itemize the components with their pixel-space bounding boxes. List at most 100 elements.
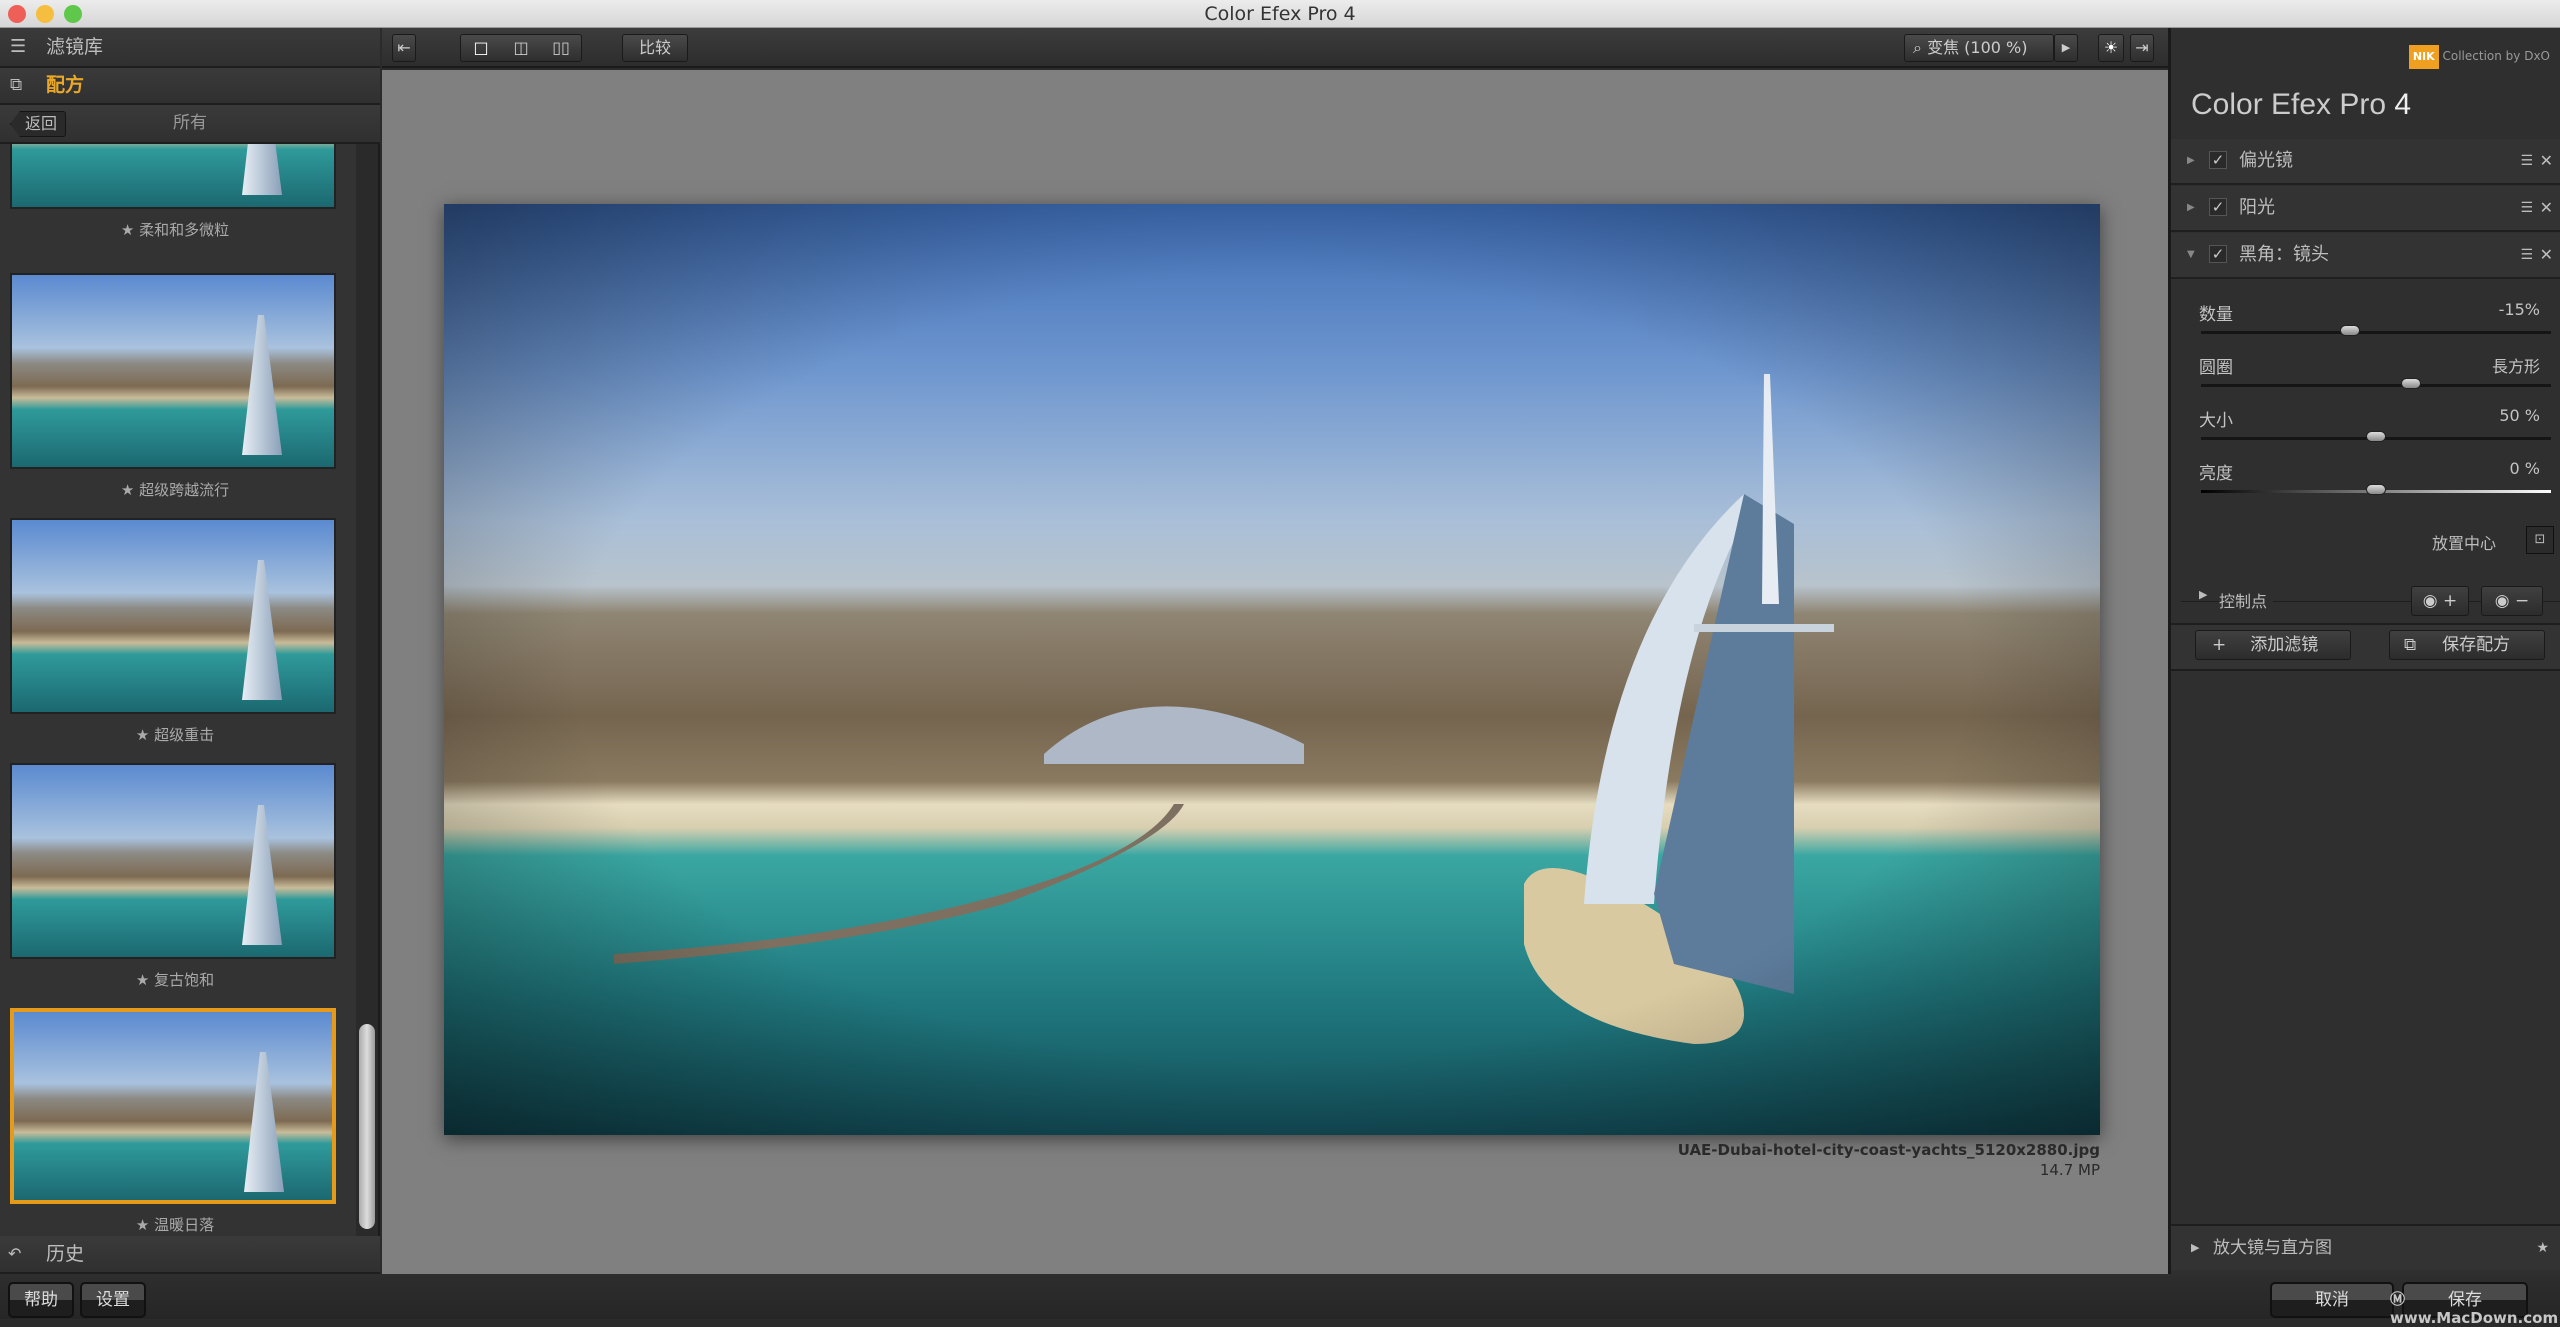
zoom-arrow-button[interactable]: ▶ — [2054, 34, 2078, 62]
filter-menu-icon[interactable]: ☰ — [2520, 139, 2533, 183]
recipes-icon: ⧉ — [10, 75, 23, 95]
filter-menu-icon[interactable]: ☰ — [2520, 233, 2533, 277]
help-button[interactable]: 帮助 — [8, 1282, 74, 1318]
cancel-button[interactable]: 取消 — [2270, 1282, 2394, 1318]
single-view-button[interactable]: □ — [461, 35, 501, 61]
preset-preview — [12, 275, 334, 467]
list-icon: ☰ — [10, 36, 27, 57]
filter-row[interactable]: ▼ ✓ 黑角：镜头 ☰ ✕ — [2171, 233, 2560, 279]
param-slider[interactable] — [2201, 325, 2551, 336]
recipe-icon: ⧉ — [2404, 635, 2417, 655]
plus-icon: + — [2212, 635, 2227, 655]
view-mode-group: □ ◫ ▯▯ — [460, 34, 582, 62]
preset-preview — [12, 144, 334, 207]
preset-label[interactable]: ★ 超级跨越流行 — [0, 479, 350, 500]
preview-image[interactable] — [444, 204, 2100, 1135]
app-name: Color Efex Pro — [2191, 88, 2387, 121]
preset-list: ★ 柔和和多微粒 ★ 超级跨越流行 ★ 超级重击 ★ 复古饱和 ★ 温暖日落 — [0, 144, 356, 1236]
compare-button[interactable]: 比较 — [622, 34, 688, 62]
enter-icon: ⇥ — [2135, 38, 2149, 57]
param-slider[interactable] — [2201, 484, 2551, 495]
expand-arrow-icon[interactable]: ▶ — [2187, 139, 2195, 183]
place-center-button[interactable]: ⊡ — [2526, 526, 2554, 554]
hide-panel-button[interactable]: ⇥ — [2130, 34, 2154, 62]
param-label: 亮度 — [2199, 464, 2233, 484]
loupe-histogram-row[interactable]: ▶ 放大镜与直方图 ★ — [2171, 1224, 2560, 1270]
preset-thumbnail[interactable] — [10, 273, 336, 469]
param-label: 数量 — [2199, 305, 2233, 325]
image-filename: UAE-Dubai-hotel-city-coast-yachts_5120x2… — [1677, 1141, 2100, 1159]
slider-handle[interactable] — [2339, 325, 2360, 336]
scrollbar-thumb[interactable] — [359, 1024, 375, 1229]
add-filter-button[interactable]: + 添加滤镜 — [2195, 630, 2351, 660]
recipes-header[interactable]: ⧉ 配方 — [0, 68, 380, 105]
remove-filter-icon[interactable]: ✕ — [2540, 186, 2553, 230]
left-sidebar: ☰ 滤镜库 ⧉ 配方 返回 所有 ★ 柔和和多微粒 ★ 超级跨越流行 ★ 超级重击 ★… — [0, 28, 380, 1274]
brand-text: Collection by DxO — [2442, 49, 2551, 63]
param-label: 圆圈 — [2199, 358, 2233, 378]
preset-scrollbar[interactable] — [356, 144, 378, 1236]
lightbulb-icon: ☀ — [2103, 38, 2119, 57]
pin-icon[interactable]: ★ — [2536, 1226, 2549, 1270]
zoom-dropdown[interactable]: ⌕ 变焦 (100 %) — [1904, 34, 2054, 62]
zoom-window-button[interactable] — [64, 5, 82, 23]
filter-library-header[interactable]: ☰ 滤镜库 — [0, 28, 380, 68]
remove-control-point-button[interactable]: ◉ − — [2481, 586, 2543, 616]
collapse-arrow-icon[interactable]: ▼ — [2187, 233, 2195, 277]
exit-panel-button[interactable]: ⇤ — [392, 34, 416, 62]
history-icon: ↶ — [8, 1244, 22, 1263]
brand: NIK Collection by DxO — [2408, 44, 2551, 69]
recipes-label: 配方 — [46, 74, 85, 96]
preset-thumbnail[interactable] — [10, 144, 336, 209]
bottom-bar: 帮助 设置 取消 保存 Ⓜ www.MacDown.com — [0, 1274, 2560, 1327]
filter-enable-checkbox[interactable]: ✓ — [2209, 245, 2227, 263]
remove-filter-icon[interactable]: ✕ — [2540, 139, 2553, 183]
dubai-photo — [444, 204, 2100, 1135]
expand-arrow-icon[interactable]: ▶ — [2187, 186, 2195, 230]
image-info: UAE-Dubai-hotel-city-coast-yachts_5120x2… — [1678, 1140, 2100, 1180]
recipes-nav: 返回 所有 — [0, 105, 380, 144]
slider-handle[interactable] — [2401, 378, 2421, 389]
app-version: 4 — [2394, 88, 2412, 121]
preset-label[interactable]: ★ 温暖日落 — [0, 1214, 350, 1235]
preset-preview — [12, 765, 334, 957]
preset-label[interactable]: ★ 超级重击 — [0, 724, 350, 745]
filter-name: 黑角：镜头 — [2239, 244, 2329, 265]
preset-label[interactable]: ★ 柔和和多微粒 — [0, 219, 350, 240]
param-value: 50 % — [2499, 406, 2540, 425]
zoom-label: 变焦 (100 %) — [1927, 38, 2028, 57]
close-window-button[interactable] — [8, 5, 26, 23]
minimize-window-button[interactable] — [36, 5, 54, 23]
preset-label[interactable]: ★ 复古饱和 — [0, 969, 350, 990]
slider-handle[interactable] — [2366, 431, 2386, 442]
filter-menu-icon[interactable]: ☰ — [2520, 186, 2533, 230]
save-recipe-button[interactable]: ⧉ 保存配方 — [2389, 630, 2545, 660]
side-by-side-button[interactable]: ▯▯ — [541, 35, 581, 61]
window-title: Color Efex Pro 4 — [1204, 3, 1356, 25]
history-label: 历史 — [46, 1243, 85, 1265]
add-filter-label: 添加滤镜 — [2250, 635, 2319, 655]
history-header[interactable]: ↶ 历史 — [0, 1236, 380, 1274]
filter-enable-checkbox[interactable]: ✓ — [2209, 151, 2227, 169]
slider-handle[interactable] — [2366, 484, 2386, 495]
param-value: 長方形 — [2491, 357, 2540, 376]
preset-preview — [12, 520, 334, 712]
filter-row[interactable]: ▶ ✓ 偏光镜 ☰ ✕ — [2171, 139, 2560, 185]
image-megapixels: 14.7 MP — [2039, 1161, 2100, 1179]
param-slider[interactable] — [2201, 431, 2551, 442]
preset-thumbnail[interactable] — [10, 518, 336, 714]
settings-button[interactable]: 设置 — [80, 1282, 146, 1318]
magnifier-icon: ⌕ — [1913, 38, 1922, 57]
nik-logo: NIK — [2408, 45, 2439, 69]
background-light-button[interactable]: ☀ — [2098, 34, 2124, 62]
remove-filter-icon[interactable]: ✕ — [2540, 233, 2553, 277]
filter-enable-checkbox[interactable]: ✓ — [2209, 198, 2227, 216]
split-view-button[interactable]: ◫ — [501, 35, 541, 61]
param-slider[interactable] — [2201, 378, 2551, 389]
loupe-label: 放大镜与直方图 — [2213, 1238, 2332, 1258]
param-value: 0 % — [2509, 459, 2540, 478]
add-control-point-button[interactable]: ◉ + — [2411, 586, 2469, 616]
preset-thumbnail[interactable] — [10, 1008, 336, 1204]
filter-row[interactable]: ▶ ✓ 阳光 ☰ ✕ — [2171, 186, 2560, 232]
preset-thumbnail[interactable] — [10, 763, 336, 959]
